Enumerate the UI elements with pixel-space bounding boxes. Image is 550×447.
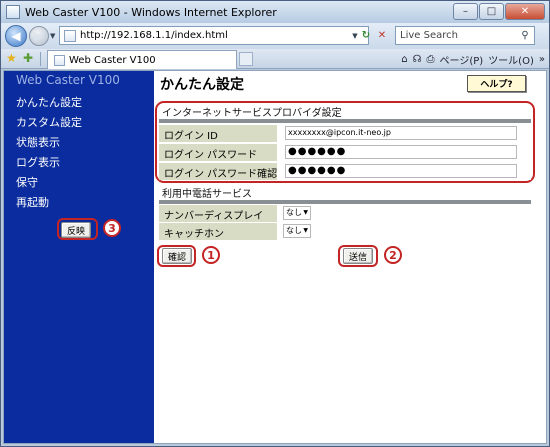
sidebar-item-status[interactable]: 状態表示 [16,133,82,153]
row-call-waiting: キャッチホン なし ▼ [159,223,531,240]
number-display-value: なし [286,208,302,217]
sidebar-item-custom-setup[interactable]: カスタム設定 [16,113,82,133]
isp-section-title: インターネットサービスプロバイダ設定 [162,108,342,119]
search-placeholder: Live Search [400,30,458,41]
url-text: http://192.168.1.1/index.html [80,30,228,41]
help-button[interactable]: ヘルプ? [467,75,526,92]
chevron-down-icon: ▼ [303,209,308,216]
row-login-id: ログイン ID xxxxxxxx@ipcon.it-neo.jp [159,125,531,142]
sidebar-item-maintenance[interactable]: 保守 [16,173,82,193]
sidebar-item-restart[interactable]: 再起動 [16,193,82,213]
tab-row: ★ ✚ Web Caster V100 ⌂ ☊ ⎙ ページ(P) ツール(O) … [1,49,549,69]
page-menu[interactable]: ページ(P) [440,52,484,67]
command-bar: ⌂ ☊ ⎙ ページ(P) ツール(O) » [401,52,545,67]
address-input[interactable]: http://192.168.1.1/index.html [59,26,369,45]
search-input[interactable]: Live Search ⚲ [395,26,535,45]
callout-marker-3: 3 [103,219,121,237]
ie-app-icon [6,5,20,19]
login-id-cell: xxxxxxxx@ipcon.it-neo.jp [277,125,531,142]
row-login-password: ログイン パスワード ●●●●●● [159,144,531,161]
login-password-cell: ●●●●●● [277,144,531,161]
reflect-button[interactable]: 反映 [61,222,92,238]
favorites-star-icon[interactable]: ★ [6,51,17,65]
minimize-button[interactable]: – [453,3,478,20]
window-controls: – □ ✕ [453,3,545,20]
tab-page-icon [54,54,65,66]
login-password-label: ログイン パスワード [164,150,258,161]
number-display-label: ナンバーディスプレイ [164,211,264,222]
row-number-display: ナンバーディスプレイ なし ▼ [159,205,531,222]
back-button[interactable]: ◀ [5,25,27,47]
stop-icon[interactable]: ✕ [373,26,391,45]
phone-section-title: 利用中電話サービス [162,189,252,200]
close-button[interactable]: ✕ [505,3,545,20]
login-id-label: ログイン ID [164,131,218,142]
print-icon[interactable]: ⎙ [427,54,435,65]
window-title: Web Caster V100 - Windows Internet Explo… [25,5,277,19]
call-waiting-label: キャッチホン [164,229,224,240]
home-icon[interactable]: ⌂ [401,54,407,65]
call-waiting-select[interactable]: なし ▼ [283,224,311,238]
new-tab-button[interactable] [239,52,253,66]
sidebar-brand: Web Caster V100 [16,73,120,87]
send-button[interactable]: 送信 [343,248,374,264]
callout-marker-1: 1 [202,246,220,264]
page-icon [64,29,76,42]
tools-menu[interactable]: ツール(O) [488,52,534,67]
sidebar-item-easy-setup[interactable]: かんたん設定 [16,93,82,113]
row-login-password-confirm: ログイン パスワード確認 ●●●●●● [159,163,531,180]
isp-section-bar [159,119,531,123]
page-content: Web Caster V100 かんたん設定 カスタム設定 状態表示 ログ表示 … [3,70,547,444]
sidebar: Web Caster V100 かんたん設定 カスタム設定 状態表示 ログ表示 … [4,71,154,443]
chevron-down-icon: ▼ [303,227,308,234]
search-icon[interactable]: ⚲ [516,30,534,41]
main-panel: かんたん設定 ヘルプ? インターネットサービスプロバイダ設定 ログイン ID x… [154,71,546,443]
page-title: かんたん設定 [160,77,244,93]
login-password-confirm-cell: ●●●●●● [277,163,531,180]
maximize-button[interactable]: □ [479,3,504,20]
add-favorite-icon[interactable]: ✚ [23,51,33,65]
login-password-confirm-input[interactable]: ●●●●●● [285,164,517,178]
call-waiting-value: なし [286,226,302,235]
tab-label: Web Caster V100 [69,54,156,66]
browser-window: Web Caster V100 - Windows Internet Explo… [0,0,550,447]
tab-separator [40,52,41,66]
confirm-button[interactable]: 確認 [162,248,193,264]
sidebar-menu: かんたん設定 カスタム設定 状態表示 ログ表示 保守 再起動 [16,93,82,213]
number-display-cell: なし ▼ [277,205,531,222]
call-waiting-cell: なし ▼ [277,223,531,240]
feeds-icon[interactable]: ☊ [413,54,422,65]
callout-marker-2: 2 [384,246,402,264]
more-commands-chevron-icon[interactable]: » [539,54,545,65]
sidebar-item-log[interactable]: ログ表示 [16,153,82,173]
login-password-input[interactable]: ●●●●●● [285,145,517,159]
login-id-input[interactable]: xxxxxxxx@ipcon.it-neo.jp [285,126,517,140]
recent-pages-chevron-icon[interactable]: ▼ [50,32,55,40]
forward-button[interactable]: ▶ [29,26,49,46]
address-row: ◀ ▶ ▼ http://192.168.1.1/index.html ▼ ↻ … [1,23,549,49]
tab-web-caster[interactable]: Web Caster V100 [47,50,237,69]
title-bar: Web Caster V100 - Windows Internet Explo… [1,1,549,23]
phone-section-bar [159,200,531,204]
number-display-select[interactable]: なし ▼ [283,206,311,220]
login-password-confirm-label: ログイン パスワード確認 [164,169,278,180]
